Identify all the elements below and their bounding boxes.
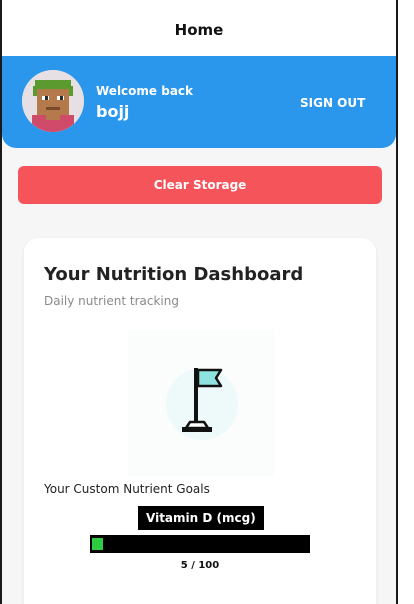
avatar xyxy=(22,70,84,132)
progress-fill xyxy=(92,538,103,550)
user-header: Welcome back bojj SIGN OUT xyxy=(2,56,396,148)
custom-goals-label: Your Custom Nutrient Goals xyxy=(44,482,210,496)
clear-storage-label: Clear Storage xyxy=(153,178,247,192)
sign-out-button[interactable]: SIGN OUT xyxy=(300,96,365,110)
pixel-avatar-icon xyxy=(22,70,84,132)
clear-storage-button[interactable]: Clear Storage xyxy=(18,166,382,204)
app-frame: Home Welcome back bojj SIGN OUT Clear St… xyxy=(0,0,398,604)
dashboard-subtitle: Daily nutrient tracking xyxy=(44,294,179,308)
nutrient-name-label: Vitamin D (mcg) xyxy=(138,506,264,530)
nutrient-progress-bar xyxy=(90,535,310,553)
page-title: Home xyxy=(174,21,224,39)
flag-illustration xyxy=(128,330,274,476)
welcome-text: Welcome back xyxy=(96,84,194,98)
dashboard-title: Your Nutrition Dashboard xyxy=(44,264,304,285)
top-nav: Home xyxy=(2,0,396,60)
nutrition-dashboard-card: Your Nutrition Dashboard Daily nutrient … xyxy=(24,238,376,604)
username: bojj xyxy=(96,102,130,121)
flag-icon xyxy=(166,368,238,440)
progress-text: 5 / 100 xyxy=(180,560,220,571)
